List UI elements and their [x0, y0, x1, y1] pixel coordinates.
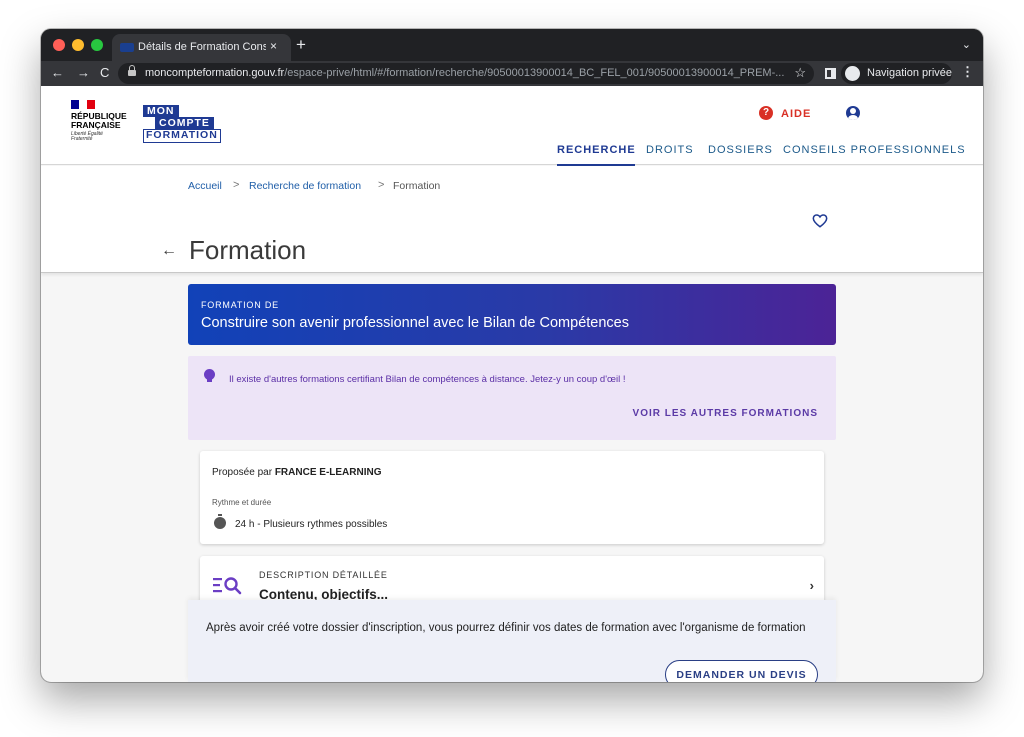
tip-box: Il existe d'autres formations certifiant… — [188, 356, 836, 440]
browser-window: Détails de Formation Construir × + ⌄ ← →… — [41, 29, 983, 682]
site-header: RÉPUBLIQUE FRANÇAISE Liberté Égalité Fra… — [41, 86, 983, 166]
close-window-button[interactable] — [53, 39, 65, 51]
chevron-right-icon[interactable]: › — [810, 578, 814, 593]
provider-line: Proposée par FRANCE E-LEARNING — [212, 467, 382, 478]
incognito-icon — [845, 66, 860, 81]
url-path: /espace-prive/html/#/formation/recherche… — [284, 67, 785, 79]
republique-francaise-label: RÉPUBLIQUE FRANÇAISE — [71, 111, 127, 130]
provider-prefix: Proposée par — [212, 467, 275, 478]
breadcrumb-separator: > — [233, 179, 240, 191]
forward-button[interactable]: → — [77, 65, 90, 80]
description-kicker: DESCRIPTION DÉTAILLÉE — [259, 570, 388, 580]
aide-link[interactable]: AIDE — [781, 108, 811, 120]
web-page: RÉPUBLIQUE FRANÇAISE Liberté Égalité Fra… — [41, 86, 983, 682]
tab-search-icon[interactable]: ⌄ — [962, 38, 971, 51]
browser-menu-icon[interactable]: ⋮ — [961, 64, 974, 80]
page-title: Formation — [189, 235, 307, 265]
browser-tab[interactable]: Détails de Formation Construir × — [112, 34, 291, 61]
tip-text: Il existe d'autres formations certifiant… — [229, 374, 626, 385]
banner-kicker: FORMATION DE — [201, 300, 279, 310]
logo-line-formation: FORMATION — [143, 129, 221, 143]
search-list-icon — [213, 577, 242, 595]
provider-name: FRANCE E-LEARNING — [274, 467, 382, 478]
incognito-indicator[interactable]: Navigation privée — [841, 63, 952, 84]
favorite-heart-icon[interactable] — [812, 214, 828, 228]
incognito-label: Navigation privée — [867, 67, 952, 79]
page-header — [41, 166, 983, 273]
mon-compte-formation-logo[interactable]: MON COMPTE FORMATION — [143, 105, 225, 145]
nav-dossiers[interactable]: DOSSIERS — [708, 144, 773, 156]
help-icon[interactable]: ? — [759, 106, 773, 120]
footer-info-text: Après avoir créé votre dossier d'inscrip… — [206, 622, 806, 634]
rhythm-label: Rythme et durée — [212, 498, 272, 507]
bookmark-star-icon[interactable]: ☆ — [794, 65, 806, 81]
new-tab-button[interactable]: + — [296, 35, 306, 55]
logo-line-compte: COMPTE — [155, 117, 214, 129]
back-arrow-icon[interactable]: ← — [161, 242, 177, 260]
tab-title: Détails de Formation Construir — [138, 41, 266, 53]
voir-autres-formations-link[interactable]: VOIR LES AUTRES FORMATIONS — [633, 408, 818, 419]
breadcrumb-separator: > — [378, 179, 385, 191]
logo-line-mon: MON — [143, 105, 179, 117]
tab-close-icon[interactable]: × — [270, 39, 277, 53]
provider-card: Proposée par FRANCE E-LEARNING Rythme et… — [200, 451, 824, 544]
url-domain: moncompteformation.gouv.fr — [145, 67, 285, 79]
breadcrumb-recherche[interactable]: Recherche de formation — [249, 180, 361, 192]
duration-text: 24 h - Plusieurs rythmes possibles — [235, 519, 388, 530]
nav-conseils-professionnels[interactable]: CONSEILS PROFESSIONNELS — [783, 144, 966, 156]
browser-toolbar: ← → C moncompteformation.gouv.fr/espace-… — [41, 61, 983, 86]
reload-button[interactable]: C — [100, 65, 109, 80]
side-panel-icon[interactable] — [825, 68, 836, 79]
minimize-window-button[interactable] — [72, 39, 84, 51]
address-bar[interactable]: moncompteformation.gouv.fr/espace-prive/… — [118, 63, 814, 84]
breadcrumb-accueil[interactable]: Accueil — [188, 180, 222, 192]
user-account-icon[interactable] — [846, 106, 860, 120]
lightbulb-icon — [204, 369, 215, 383]
stopwatch-icon — [214, 514, 226, 529]
title-bar: Détails de Formation Construir × + ⌄ — [41, 29, 983, 61]
demander-devis-button[interactable]: DEMANDER UN DEVIS — [665, 660, 818, 682]
republique-motto: Liberté Égalité Fraternité — [71, 131, 103, 142]
lock-icon[interactable] — [128, 65, 136, 77]
formation-banner: FORMATION DE Construire son avenir profe… — [188, 284, 836, 345]
favicon-icon — [120, 43, 134, 52]
sticky-footer: Après avoir créé votre dossier d'inscrip… — [188, 600, 836, 682]
breadcrumb-current: Formation — [393, 180, 441, 192]
republique-francaise-flag — [71, 100, 95, 109]
nav-recherche[interactable]: RECHERCHE — [557, 144, 636, 166]
back-button[interactable]: ← — [51, 65, 64, 80]
url-text[interactable]: moncompteformation.gouv.fr/espace-prive/… — [145, 67, 785, 79]
zoom-window-button[interactable] — [91, 39, 103, 51]
nav-droits[interactable]: DROITS — [646, 144, 694, 156]
formation-title: Construire son avenir professionnel avec… — [201, 315, 629, 331]
